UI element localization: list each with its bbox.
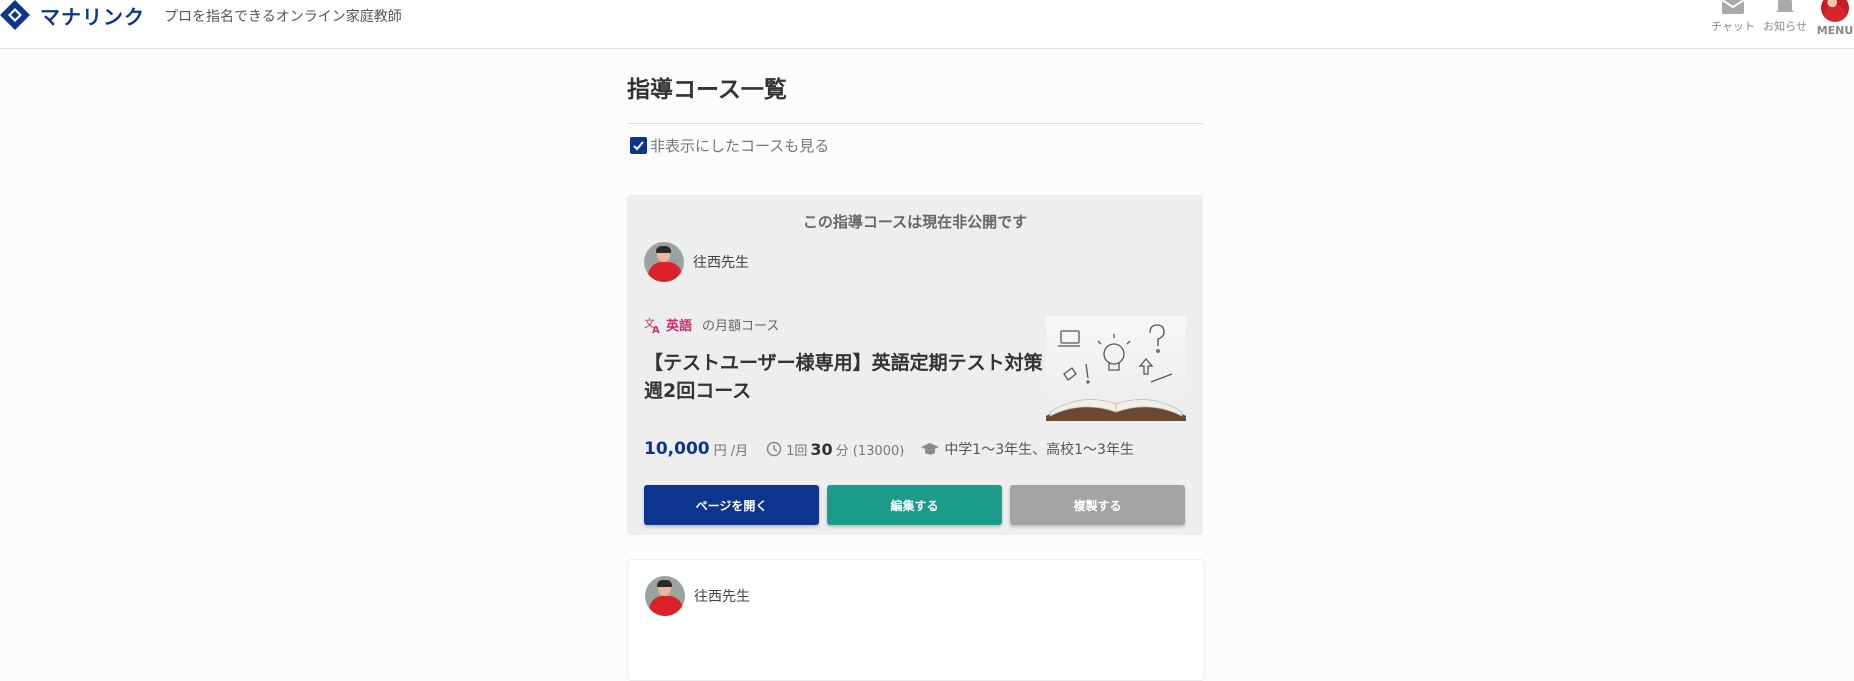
session-minutes: 30	[810, 439, 833, 459]
nav-menu[interactable]: MENU	[1808, 0, 1854, 37]
tagline: プロを指名できるオンライン家庭教師	[164, 9, 402, 25]
logo-mark-icon	[0, 0, 30, 30]
teacher-row[interactable]: 往西先生	[645, 576, 750, 616]
edit-button[interactable]: 編集する	[827, 485, 1002, 525]
nav-notifications[interactable]: お知らせ	[1758, 0, 1812, 34]
course-thumbnail	[1046, 316, 1186, 421]
duplicate-button[interactable]: 複製する	[1010, 485, 1185, 525]
session-time: 1回 30 分 (13000)	[766, 440, 904, 459]
nav-chat-label: チャット	[1711, 20, 1755, 33]
subject-row: 文 A 英語 の月額コース	[644, 315, 780, 335]
teacher-row[interactable]: 往西先生	[644, 242, 749, 282]
teacher-name: 往西先生	[693, 255, 749, 271]
teacher-name: 往西先生	[694, 589, 750, 605]
bell-icon	[1776, 0, 1794, 12]
subject-name: 英語	[666, 319, 693, 334]
logo-text: マナリンク	[40, 4, 145, 29]
course-card: この指導コースは現在非公開です 往西先生 文 A 英語 の月額コース 【テストユ…	[627, 195, 1203, 535]
title-divider	[627, 123, 1203, 124]
nav-menu-label: MENU	[1816, 24, 1854, 37]
price-unit: 円 /月	[713, 443, 749, 459]
graduation-cap-icon	[921, 443, 940, 455]
session-prefix: 1回	[786, 443, 808, 459]
course-meta: 10,000 円 /月 1回 30 分 (13000) 中学1～3年生、高校1～…	[644, 439, 1134, 459]
show-hidden-label: 非表示にしたコースも見る	[650, 136, 830, 155]
svg-text:A: A	[652, 325, 660, 334]
nav-chat[interactable]: チャット	[1706, 0, 1760, 34]
user-avatar	[1821, 0, 1849, 22]
course-title[interactable]: 【テストユーザー様専用】英語定期テスト対策週2回コース	[644, 349, 1044, 405]
course-actions: ページを開く 編集する 複製する	[644, 485, 1185, 525]
target-grades: 中学1～3年生、高校1～3年生	[920, 439, 1134, 459]
course-price: 10,000	[644, 439, 710, 459]
course-card: 往西先生	[627, 559, 1205, 681]
hidden-notice: この指導コースは現在非公開です	[802, 213, 1028, 231]
mail-icon	[1721, 0, 1745, 14]
session-suffix: 分 (13000)	[835, 443, 905, 459]
page-title: 指導コース一覧	[627, 77, 787, 103]
open-page-button[interactable]: ページを開く	[644, 485, 819, 525]
teacher-avatar	[645, 576, 685, 616]
teacher-avatar	[644, 242, 684, 282]
checkmark-icon	[633, 140, 644, 150]
top-header: マナリンク プロを指名できるオンライン家庭教師 チャット お知らせ MENU	[0, 0, 1854, 49]
course-type: の月額コース	[702, 319, 780, 334]
translate-icon: 文 A	[644, 316, 660, 334]
nav-notifications-label: お知らせ	[1763, 20, 1807, 33]
logo[interactable]: マナリンク	[0, 0, 145, 30]
show-hidden-filter[interactable]: 非表示にしたコースも見る	[627, 134, 1203, 156]
show-hidden-checkbox[interactable]	[630, 136, 647, 154]
target-grades-text: 中学1～3年生、高校1～3年生	[944, 442, 1134, 458]
clock-icon	[766, 441, 782, 457]
main-content: 指導コース一覧 非表示にしたコースも見る この指導コースは現在非公開です 往西先…	[627, 75, 1205, 681]
lightbulb-book-illustration	[1046, 324, 1186, 421]
